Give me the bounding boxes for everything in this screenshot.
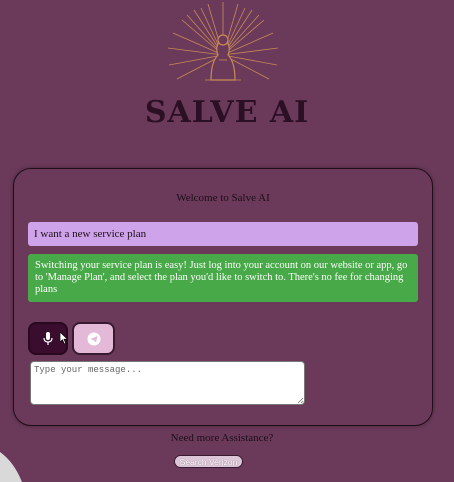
bot-message: Switching your service plan is easy! Jus…	[28, 254, 418, 302]
message-input[interactable]	[30, 361, 305, 405]
decorative-corner-shape	[0, 452, 22, 482]
user-message: I want a new service plan	[28, 222, 418, 246]
need-more-assistance-text: Need more Assistance?	[170, 432, 274, 444]
logo: SALVE AI	[0, 0, 454, 135]
logo-text: SALVE AI	[144, 95, 310, 130]
mouse-cursor-icon	[60, 332, 69, 345]
send-button[interactable]	[72, 322, 115, 355]
send-icon	[87, 332, 100, 345]
microphone-icon	[43, 331, 53, 345]
sunburst-logo-icon	[167, 2, 279, 81]
welcome-heading: Welcome to Salve AI	[176, 192, 270, 204]
chat-panel: Welcome to Salve AI I want a new service…	[13, 168, 433, 426]
resize-handle-icon[interactable]	[297, 397, 304, 404]
search-verizon-button[interactable]: Search Verizon	[174, 455, 243, 468]
